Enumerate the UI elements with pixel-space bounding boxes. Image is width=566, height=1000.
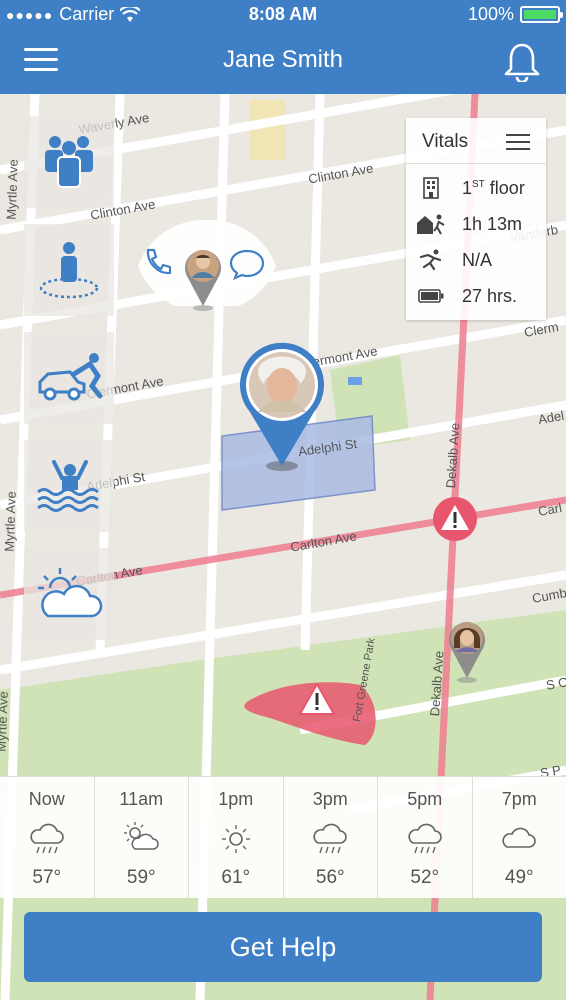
location-radius-button[interactable]	[24, 224, 114, 316]
forecast-item[interactable]: 7pm 49°	[473, 777, 566, 898]
forecast-time: 1pm	[218, 789, 254, 809]
vitals-floor-row: 1ST floor	[416, 172, 546, 204]
leave-home-icon	[417, 214, 445, 235]
forecast-temp: 56°	[315, 867, 345, 888]
car-accident-button[interactable]	[24, 332, 114, 424]
forecast-item[interactable]: 11am 59°	[95, 777, 189, 898]
chat-bubble-icon	[229, 249, 265, 281]
map-pin-icon	[449, 622, 485, 683]
forecast-item[interactable]: 3pm 56°	[284, 777, 378, 898]
building-icon	[423, 177, 439, 199]
park-alert-marker[interactable]	[298, 682, 336, 716]
carlton-alert-marker[interactable]	[432, 496, 478, 542]
vitals-activity-row: N/A	[416, 244, 546, 276]
forecast-item[interactable]: 1pm 61°	[189, 777, 284, 898]
device-battery-icon	[418, 289, 444, 303]
cloud-sun-icon	[38, 568, 103, 618]
rain-cloud-icon	[30, 823, 64, 854]
activity-value: N/A	[462, 249, 493, 270]
map-pin-icon	[240, 342, 324, 471]
forecast-time: 5pm	[407, 789, 443, 809]
vitals-header: Vitals	[406, 118, 546, 164]
forecast-time: 11am	[119, 789, 164, 809]
forecast-time: 7pm	[501, 789, 537, 809]
second-contact-marker[interactable]	[444, 616, 490, 686]
warning-icon	[299, 683, 335, 715]
floor-label: floor	[484, 177, 525, 198]
vitals-battery-row: 27 hrs.	[416, 280, 546, 312]
phone-icon	[146, 248, 172, 275]
person-radius-icon	[39, 242, 99, 299]
warning-icon	[433, 497, 477, 541]
vitals-menu-button[interactable]	[506, 134, 530, 155]
call-button[interactable]	[142, 246, 174, 278]
forecast-time: 3pm	[312, 789, 348, 809]
forecast-temp: 57°	[32, 867, 62, 888]
group-filter-button[interactable]	[24, 116, 114, 208]
forecast-temp: 49°	[504, 867, 534, 888]
notifications-button[interactable]	[504, 42, 540, 84]
vitals-away-row: 1h 13m	[416, 208, 546, 240]
rain-cloud-icon	[313, 823, 348, 854]
forecast-item[interactable]: Now 57°	[0, 777, 95, 898]
user-location-marker[interactable]	[236, 342, 328, 474]
forecast-temp: 52°	[410, 867, 440, 888]
vitals-title: Vitals	[422, 131, 469, 152]
street-label: Myrtle Ave	[1, 491, 19, 552]
get-help-button[interactable]: Get Help	[24, 912, 542, 982]
forecast-temp: 59°	[126, 867, 156, 888]
app-header: Jane Smith	[0, 28, 566, 94]
page-title: Jane Smith	[222, 46, 344, 73]
sun-icon	[221, 825, 250, 853]
forecast-time: Now	[28, 789, 65, 809]
bell-icon	[504, 43, 540, 84]
battery-percent: 100%	[467, 4, 514, 24]
weather-button[interactable]	[24, 548, 114, 640]
message-button[interactable]	[228, 248, 266, 281]
cloud-icon	[502, 827, 537, 848]
forecast-temp: 61°	[221, 867, 251, 888]
forecast-item[interactable]: 5pm 52°	[378, 777, 473, 898]
status-bar: ●●●●● Carrier 8:08 AM 100%	[0, 0, 566, 28]
drowning-button[interactable]	[24, 440, 114, 532]
floor-suffix: ST	[472, 178, 485, 190]
vitals-panel: Vitals 1ST floor 1h 13m N/A 27 hrs.	[406, 118, 546, 320]
weather-forecast: Now 57° 11am 59° 1pm 61° 3pm 56° 5pm 52°…	[0, 776, 566, 898]
street-label: S O	[544, 674, 566, 693]
car-accident-icon	[38, 353, 103, 401]
running-person-icon	[419, 249, 442, 271]
battery-left-value: 27 hrs.	[462, 285, 518, 306]
rain-cloud-icon	[408, 823, 442, 854]
time-away-value: 1h 13m	[462, 213, 523, 234]
floor-number: 1	[462, 177, 473, 198]
people-group-icon	[45, 136, 93, 188]
map-pin-icon	[185, 250, 221, 311]
battery-icon	[520, 6, 563, 23]
contact-marker[interactable]	[180, 244, 226, 314]
partly-sunny-icon	[124, 822, 159, 850]
drowning-icon	[37, 460, 99, 512]
street-label: Myrtle Ave	[3, 159, 21, 220]
